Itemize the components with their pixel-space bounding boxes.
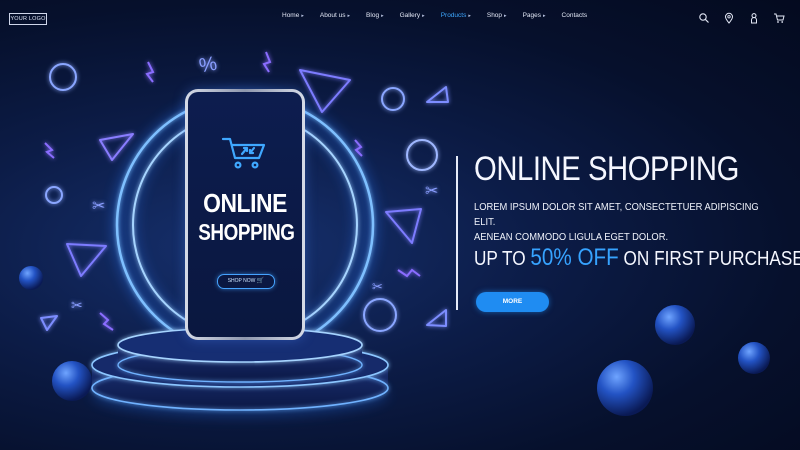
blue-sphere (738, 342, 770, 374)
blue-sphere (597, 360, 653, 416)
phone-title-line1: ONLINE (203, 188, 287, 218)
neon-triangle-shape (99, 133, 134, 161)
promo-suffix: ON FIRST PURCHASE (623, 248, 800, 270)
neon-zigzag-shape (99, 312, 114, 331)
blue-sphere (19, 266, 43, 290)
podium (91, 327, 389, 417)
vertical-divider (456, 156, 458, 310)
percent-icon: % (197, 53, 219, 78)
blue-sphere (52, 361, 92, 401)
blue-sphere (655, 305, 695, 345)
neon-circle-shape (363, 298, 397, 332)
shop-now-button[interactable]: SHOP NOW 🛒 (217, 274, 275, 289)
phone-screen: ONLINE SHOPPING SHOP NOW 🛒 (188, 92, 302, 337)
neon-circle-shape (381, 87, 405, 111)
shop-now-label: SHOP NOW (227, 278, 256, 284)
description-line: LOREM IPSUM DOLOR SIT AMET, CONSECTETUER… (474, 202, 759, 228)
neon-circle-shape (406, 139, 438, 171)
cart-icon: 🛒 (256, 278, 265, 284)
smartphone: ONLINE SHOPPING SHOP NOW 🛒 (185, 89, 305, 340)
neon-triangle-shape (426, 86, 449, 103)
neon-circle-shape (49, 63, 77, 91)
scissors-icon: ✂ (372, 279, 383, 294)
neon-zigzag-shape (44, 142, 55, 159)
scissors-icon: ✂ (425, 183, 438, 200)
phone-title-line2: SHOPPING (198, 219, 295, 245)
scissors-icon: ✂ (71, 297, 83, 313)
description-line: AENEAN COMMODO LIGULA EGET DOLOR. (474, 232, 669, 243)
neon-triangle-shape (385, 208, 422, 244)
scissors-icon: ✂ (92, 198, 105, 215)
neon-zigzag-shape (397, 268, 421, 278)
shopping-cart-icon (221, 137, 266, 169)
neon-triangle-shape (299, 69, 351, 113)
more-button[interactable]: MORE (476, 292, 549, 312)
neon-triangle-shape (426, 309, 447, 327)
hero-headline: ONLINE SHOPPING (474, 150, 739, 188)
promo-accent: 50% OFF (530, 244, 619, 271)
neon-triangle-shape (40, 315, 58, 331)
neon-triangle-shape (66, 243, 107, 277)
promo-text: UP TO 50% OFF ON FIRST PURCHASE (474, 244, 800, 272)
neon-zigzag-shape (262, 51, 272, 73)
promo-prefix: UP TO (474, 248, 526, 270)
hero-description: LOREM IPSUM DOLOR SIT AMET, CONSECTETUER… (474, 200, 759, 245)
neon-zigzag-shape (145, 61, 155, 83)
neon-circle-shape (45, 186, 63, 204)
